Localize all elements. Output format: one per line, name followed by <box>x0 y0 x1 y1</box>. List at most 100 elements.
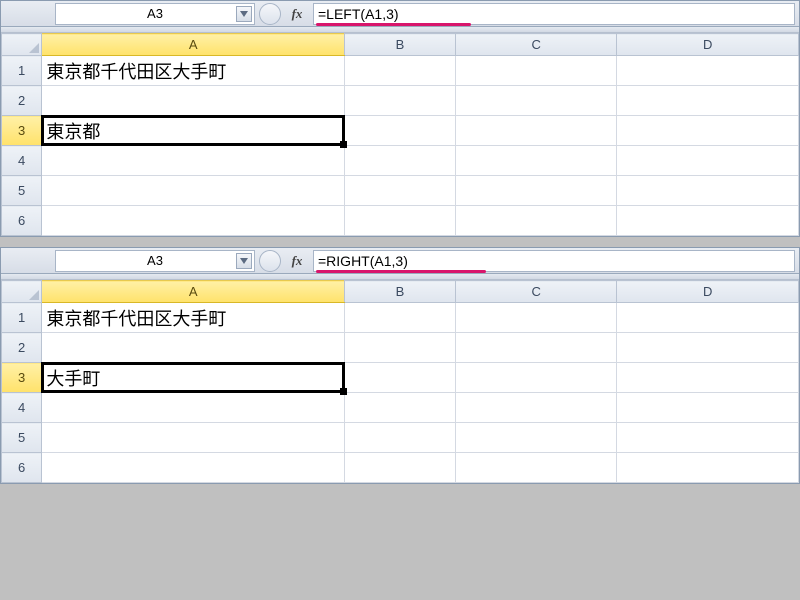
select-all-corner[interactable] <box>2 34 42 56</box>
spreadsheet-grid: ABCD1東京都千代田区大手町23大手町456 <box>1 280 799 483</box>
fx-icon[interactable]: fx <box>285 6 309 22</box>
name-box[interactable]: A3 <box>55 250 255 272</box>
cell[interactable] <box>455 206 616 236</box>
cell[interactable] <box>42 333 345 363</box>
cell[interactable] <box>455 303 616 333</box>
cell[interactable] <box>345 86 456 116</box>
cell[interactable] <box>617 333 799 363</box>
row-header[interactable]: 3 <box>2 116 42 146</box>
column-header[interactable]: A <box>42 34 345 56</box>
formula-underline <box>316 23 471 26</box>
cell[interactable] <box>617 393 799 423</box>
fill-handle[interactable] <box>340 388 347 395</box>
formula-input[interactable]: =LEFT(A1,3) <box>313 3 795 25</box>
cell[interactable] <box>617 303 799 333</box>
cell[interactable] <box>617 206 799 236</box>
row-header[interactable]: 6 <box>2 206 42 236</box>
cell-value: 東京都千代田区大手町 <box>46 309 226 329</box>
formula-bar: A3 fx=RIGHT(A1,3) <box>1 248 799 274</box>
cell[interactable] <box>617 56 799 86</box>
name-box-value: A3 <box>147 253 163 268</box>
cell[interactable] <box>42 423 345 453</box>
cell[interactable] <box>455 176 616 206</box>
cell[interactable] <box>42 86 345 116</box>
cell[interactable] <box>345 303 456 333</box>
column-header[interactable]: D <box>617 281 799 303</box>
table-row: 1東京都千代田区大手町 <box>2 303 799 333</box>
cell[interactable] <box>345 363 456 393</box>
cell[interactable] <box>455 423 616 453</box>
select-all-corner[interactable] <box>2 281 42 303</box>
cell[interactable] <box>455 453 616 483</box>
name-box-dropdown-icon[interactable] <box>236 253 252 269</box>
table-row: 2 <box>2 333 799 363</box>
cell[interactable] <box>617 176 799 206</box>
row-header[interactable]: 5 <box>2 176 42 206</box>
fill-handle[interactable] <box>340 141 347 148</box>
row-header[interactable]: 2 <box>2 86 42 116</box>
cell[interactable]: 東京都千代田区大手町 <box>42 303 345 333</box>
selected-cell[interactable]: 大手町 <box>42 363 344 392</box>
cell[interactable] <box>455 56 616 86</box>
cell[interactable] <box>455 333 616 363</box>
cell[interactable] <box>617 86 799 116</box>
table-row: 5 <box>2 176 799 206</box>
cell-value: 大手町 <box>46 365 100 391</box>
column-header[interactable]: A <box>42 281 345 303</box>
cell[interactable] <box>455 116 616 146</box>
cell[interactable] <box>345 423 456 453</box>
formula-text: =LEFT(A1,3) <box>318 6 399 22</box>
cell[interactable]: 東京都千代田区大手町 <box>42 56 345 86</box>
cell[interactable] <box>455 146 616 176</box>
cell[interactable] <box>42 146 345 176</box>
cell[interactable] <box>617 116 799 146</box>
fx-icon[interactable]: fx <box>285 253 309 269</box>
cell[interactable] <box>345 176 456 206</box>
row-header[interactable]: 4 <box>2 393 42 423</box>
name-box[interactable]: A3 <box>55 3 255 25</box>
cells-table: ABCD1東京都千代田区大手町23大手町456 <box>1 280 799 483</box>
row-header[interactable]: 2 <box>2 333 42 363</box>
formula-input[interactable]: =RIGHT(A1,3) <box>313 250 795 272</box>
column-header[interactable]: C <box>455 281 616 303</box>
cell[interactable] <box>455 86 616 116</box>
cell[interactable] <box>455 363 616 393</box>
cell[interactable] <box>345 206 456 236</box>
cell[interactable] <box>617 363 799 393</box>
cell[interactable] <box>345 116 456 146</box>
column-header[interactable]: D <box>617 34 799 56</box>
table-row: 3東京都 <box>2 116 799 146</box>
formula-underline <box>316 270 486 273</box>
cell[interactable]: 大手町 <box>42 363 345 393</box>
cell[interactable] <box>345 453 456 483</box>
row-header[interactable]: 6 <box>2 453 42 483</box>
row-header[interactable]: 1 <box>2 303 42 333</box>
cell[interactable] <box>42 453 345 483</box>
name-box-dropdown-icon[interactable] <box>236 6 252 22</box>
cell[interactable] <box>345 56 456 86</box>
cell[interactable] <box>345 146 456 176</box>
cell[interactable] <box>345 393 456 423</box>
row-header[interactable]: 3 <box>2 363 42 393</box>
row-header[interactable]: 5 <box>2 423 42 453</box>
cell[interactable] <box>617 423 799 453</box>
cell[interactable] <box>617 453 799 483</box>
cell[interactable] <box>42 206 345 236</box>
row-header[interactable]: 1 <box>2 56 42 86</box>
cell[interactable]: 東京都 <box>42 116 345 146</box>
column-header[interactable]: B <box>345 281 456 303</box>
cell[interactable] <box>617 146 799 176</box>
cancel-button[interactable] <box>259 250 281 272</box>
spreadsheet-grid: ABCD 1東京都千代田区大手町23東京都456 <box>1 33 799 236</box>
table-row: 6 <box>2 206 799 236</box>
selected-cell[interactable]: 東京都 <box>42 116 344 145</box>
cell[interactable] <box>345 333 456 363</box>
cell[interactable] <box>455 393 616 423</box>
row-header[interactable]: 4 <box>2 146 42 176</box>
table-row: 3大手町 <box>2 363 799 393</box>
column-header[interactable]: C <box>455 34 616 56</box>
cell[interactable] <box>42 393 345 423</box>
cancel-button[interactable] <box>259 3 281 25</box>
column-header[interactable]: B <box>345 34 456 56</box>
cell[interactable] <box>42 176 345 206</box>
